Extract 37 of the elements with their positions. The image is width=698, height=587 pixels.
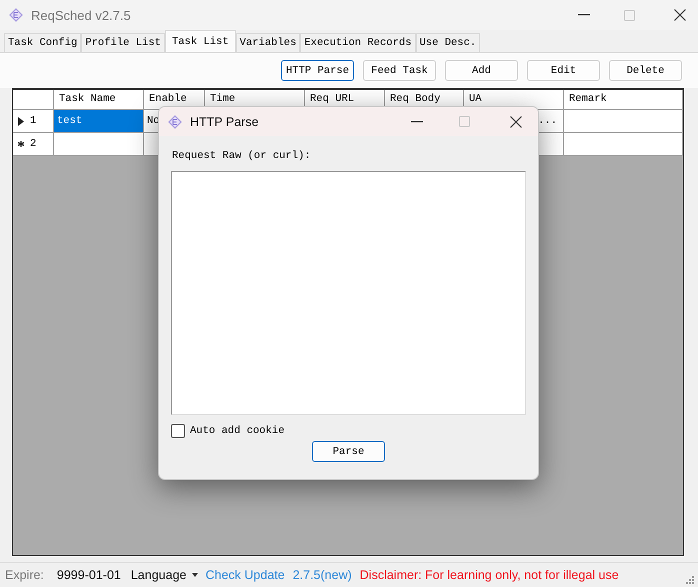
minimize-icon[interactable] (578, 14, 590, 16)
expire-label: Expire: (5, 568, 44, 582)
toolbar-button[interactable]: Delete (609, 60, 682, 81)
toolbar-button[interactable]: Edit (527, 60, 600, 81)
tab[interactable]: Variables (236, 33, 300, 52)
tab[interactable]: Use Desc. (416, 33, 480, 52)
toolbar-button[interactable]: Feed Task (363, 60, 436, 81)
tab[interactable]: Profile List (81, 33, 165, 52)
expire-date: 9999-01-01 (56, 568, 121, 582)
row-header[interactable]: 2 (13, 133, 54, 156)
table-cell[interactable] (564, 133, 683, 156)
request-input-field[interactable] (171, 171, 526, 415)
auto-add-cookie-checkbox[interactable]: Auto add cookie (171, 424, 285, 438)
table-cell[interactable] (54, 133, 144, 156)
table-cell[interactable]: test (54, 110, 144, 133)
toolbar-button[interactable]: Add (445, 60, 518, 81)
language-dropdown[interactable]: Language (130, 568, 198, 582)
toolbar-button[interactable]: HTTP Parse (281, 60, 354, 81)
minimize-icon[interactable] (411, 120, 423, 122)
disclaimer-text: Disclaimer: For learning only, not for illegal use (360, 568, 620, 582)
app-logo-icon (9, 8, 23, 22)
tab[interactable]: Task Config (4, 33, 82, 52)
row-number: 2 (30, 138, 36, 150)
close-icon[interactable] (510, 116, 522, 128)
app-logo-icon (168, 114, 182, 128)
window-title: ReqSched v2.7.5 (31, 8, 132, 22)
dialog-title: HTTP Parse (190, 114, 260, 128)
caret-icon (192, 573, 198, 577)
tab[interactable]: Task List (164, 30, 236, 52)
row-number: 1 (30, 115, 36, 127)
column-header[interactable]: Remark (564, 90, 683, 110)
field-label: Request Raw (or curl): (172, 150, 312, 162)
column-header[interactable]: Task Name (54, 90, 144, 110)
close-icon[interactable] (674, 9, 686, 21)
tab[interactable]: Execution Records (300, 33, 416, 52)
resize-grip-icon (685, 574, 694, 584)
parse-button[interactable]: Parse (312, 441, 385, 462)
